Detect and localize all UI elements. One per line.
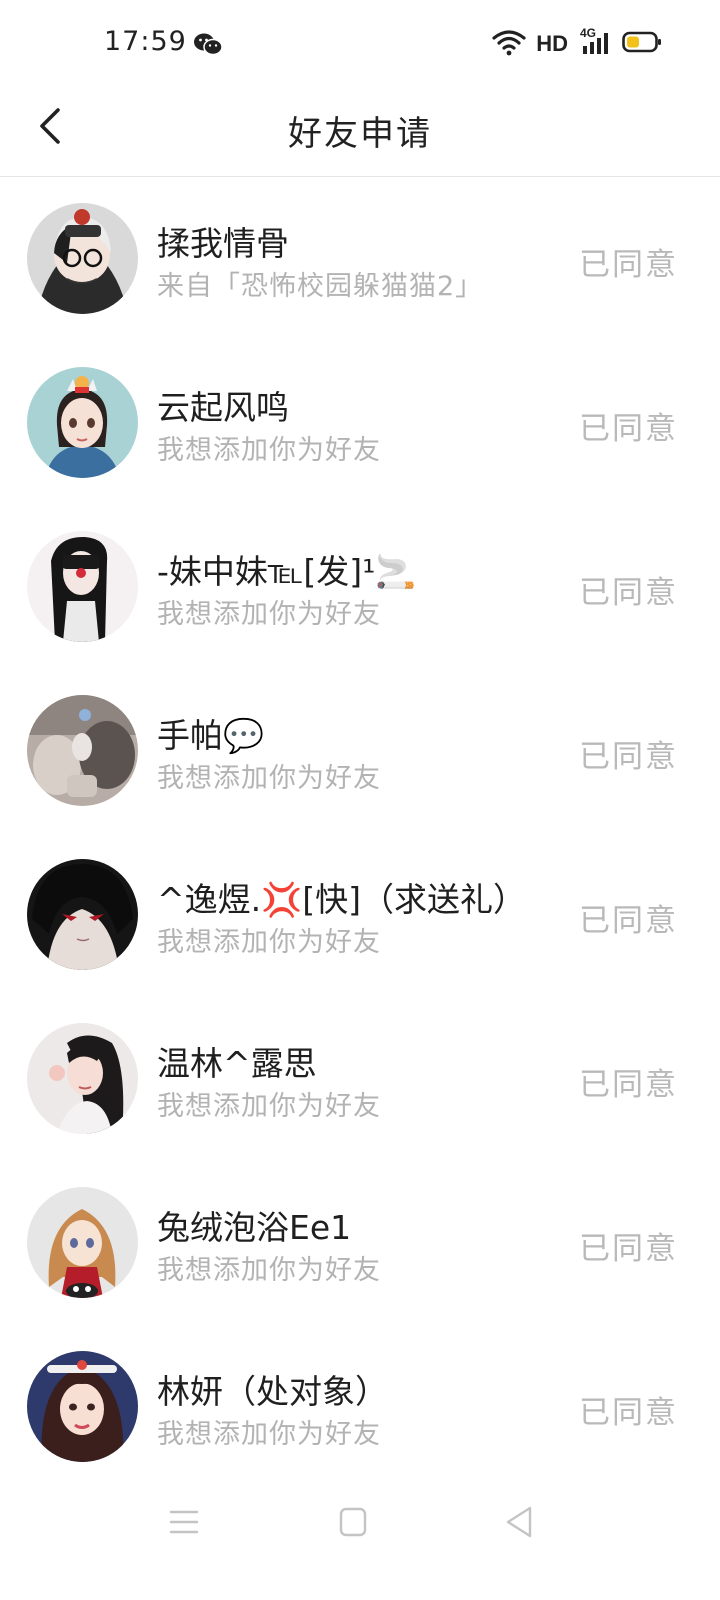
request-status: 已同意 xyxy=(579,739,678,775)
requester-name: 温林^露思 xyxy=(157,1044,317,1083)
header-bar: 好友申请 xyxy=(0,88,720,177)
requester-name: 手帕💬 xyxy=(157,716,265,755)
requester-name: 揉我情骨 xyxy=(157,224,289,263)
friend-request-item[interactable]: ^逸煜.💢[快]（求送礼） 我想添加你为好友 已同意 xyxy=(0,833,720,997)
signal-icon: 4G xyxy=(580,26,616,59)
back-triangle-icon xyxy=(506,1506,532,1538)
friend-request-item[interactable]: 揉我情骨 来自「恐怖校园躲猫猫2」 已同意 xyxy=(0,177,720,341)
battery-icon xyxy=(622,30,662,58)
hd-indicator: HD xyxy=(536,31,568,56)
avatar[interactable] xyxy=(27,859,138,970)
page-title: 好友申请 xyxy=(288,114,432,154)
request-status: 已同意 xyxy=(579,1231,678,1267)
request-message: 我想添加你为好友 xyxy=(157,1091,381,1122)
friend-request-item[interactable]: 兔绒泡浴Ee1 我想添加你为好友 已同意 xyxy=(0,1161,720,1325)
request-status: 已同意 xyxy=(579,1067,678,1103)
home-square-icon xyxy=(339,1507,367,1537)
request-status: 已同意 xyxy=(579,903,678,939)
request-status: 已同意 xyxy=(579,247,678,283)
friend-request-item[interactable]: 云起风鸣 我想添加你为好友 已同意 xyxy=(0,341,720,505)
menu-icon xyxy=(169,1510,199,1534)
requester-name: -妹中妹℡[发]¹🚬 xyxy=(157,552,417,591)
avatar[interactable] xyxy=(27,1023,138,1134)
request-status: 已同意 xyxy=(579,1395,678,1431)
avatar[interactable] xyxy=(27,695,138,806)
friend-request-item[interactable]: 温林^露思 我想添加你为好友 已同意 xyxy=(0,997,720,1161)
menu-button[interactable] xyxy=(164,1502,204,1542)
request-message: 我想添加你为好友 xyxy=(157,1255,381,1286)
status-time: 17:59 xyxy=(104,26,187,57)
status-bar: 17:59 HD 4G xyxy=(0,0,720,88)
friend-request-item[interactable]: 林妍（处对象） 我想添加你为好友 已同意 xyxy=(0,1325,720,1489)
request-message: 我想添加你为好友 xyxy=(157,599,381,630)
request-message: 我想添加你为好友 xyxy=(157,1419,381,1450)
avatar[interactable] xyxy=(27,203,138,314)
friend-request-list: 揉我情骨 来自「恐怖校园躲猫猫2」 已同意 云起风鸣 我想添加你为好友 已同意 xyxy=(0,177,720,1489)
wechat-notification-icon xyxy=(193,32,223,56)
request-source: 来自「恐怖校园躲猫猫2」 xyxy=(157,271,484,302)
requester-name: ^逸煜.💢[快]（求送礼） xyxy=(157,880,526,919)
avatar[interactable] xyxy=(27,1351,138,1462)
friend-request-item[interactable]: -妹中妹℡[发]¹🚬 我想添加你为好友 已同意 xyxy=(0,505,720,669)
request-message: 我想添加你为好友 xyxy=(157,763,381,794)
request-message: 我想添加你为好友 xyxy=(157,927,381,958)
avatar[interactable] xyxy=(27,367,138,478)
back-nav-button[interactable] xyxy=(500,1502,540,1542)
home-button[interactable] xyxy=(333,1502,373,1542)
request-message: 我想添加你为好友 xyxy=(157,435,381,466)
requester-name: 云起风鸣 xyxy=(157,388,289,427)
request-status: 已同意 xyxy=(579,575,678,611)
request-status: 已同意 xyxy=(579,411,678,447)
system-nav-bar xyxy=(0,1480,720,1600)
friend-request-item[interactable]: 手帕💬 我想添加你为好友 已同意 xyxy=(0,669,720,833)
avatar[interactable] xyxy=(27,1187,138,1298)
requester-name: 林妍（处对象） xyxy=(157,1372,388,1411)
avatar[interactable] xyxy=(27,531,138,642)
wifi-icon xyxy=(492,28,526,60)
requester-name: 兔绒泡浴Ee1 xyxy=(157,1208,352,1247)
